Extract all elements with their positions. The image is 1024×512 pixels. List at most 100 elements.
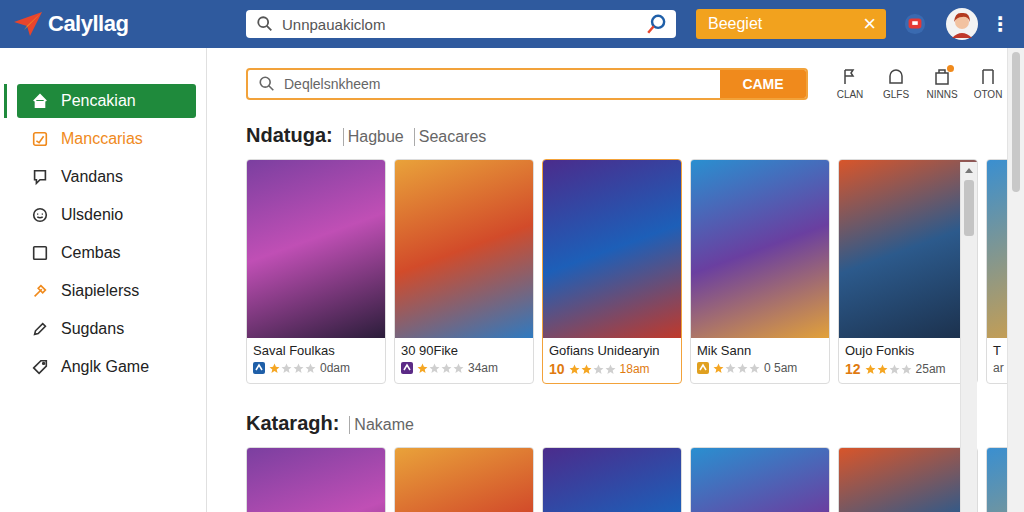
sidebar-item-label: Siapielerss: [61, 282, 139, 300]
game-search-placeholder: Deqlelsnkheem: [284, 76, 381, 92]
register-button-label: Beegiet: [708, 15, 762, 33]
notification-dot: [947, 65, 954, 72]
section-header: Kataragh: Nakame: [246, 412, 1007, 435]
game-time: 0dam: [320, 361, 350, 375]
card-row: Saval Foulkas 0dam 30 90Fike 34am Gofian…: [246, 159, 1007, 384]
game-section: Ndatuga: Hagbue Seacares Saval Foulkas 0d…: [246, 124, 1007, 384]
tool-button[interactable]: OTON: [968, 67, 1007, 100]
sidebar-item-label: Ulsdenio: [61, 206, 123, 224]
game-card[interactable]: [838, 447, 978, 512]
game-info: Oujo Fonkis 12 25am: [839, 338, 977, 383]
game-search: Deqlelsnkheem CAME: [246, 68, 808, 100]
game-card[interactable]: Oujo Fonkis 12 25am: [838, 159, 978, 384]
star-rating: [865, 364, 912, 375]
sidebar-item-label: Manccarias: [61, 130, 143, 148]
scrollbar-thumb[interactable]: [964, 180, 974, 236]
game-card[interactable]: 30 90Fike 34am: [394, 159, 534, 384]
game-card[interactable]: [246, 447, 386, 512]
game-title: Mik Sann: [697, 343, 823, 358]
game-title: Gofians Unidearyin: [549, 343, 675, 358]
scroll-up-arrow-icon[interactable]: [965, 168, 973, 173]
sidebar-item[interactable]: Pencakian: [17, 84, 196, 118]
top-search-placeholder: Unnpauakiclom: [282, 16, 638, 33]
sidebar: Pencakian Manccarias Vandans Ulsdenio Ce…: [0, 48, 207, 512]
game-card[interactable]: T ar: [986, 159, 1007, 384]
game-card[interactable]: [690, 447, 830, 512]
search-icon: [258, 75, 276, 93]
star-rating: [269, 363, 316, 374]
section-title: Kataragh:: [246, 412, 339, 435]
game-rating: 34am: [401, 361, 527, 375]
section-tab[interactable]: Seacares: [414, 128, 487, 146]
tool-button[interactable]: GLFS: [876, 67, 916, 100]
main-content: Deqlelsnkheem CAME CLAN GLFS NINNS OTON …: [207, 48, 1007, 512]
sidebar-item[interactable]: Vandans: [17, 160, 196, 194]
page-scrollbar[interactable]: [1007, 48, 1024, 512]
game-search-field[interactable]: Deqlelsnkheem: [248, 70, 720, 98]
game-card[interactable]: Mik Sann 0 5am: [690, 159, 830, 384]
game-rating: 0dam: [253, 361, 379, 375]
star-icon: [593, 364, 604, 375]
toolbar: CLAN GLFS NINNS OTON: [830, 67, 1007, 100]
game-rating: ar: [993, 361, 1007, 375]
star-icon: [737, 363, 748, 374]
game-cover: [543, 160, 681, 338]
game-cover: [247, 160, 385, 338]
tool-button[interactable]: NINNS: [922, 67, 962, 100]
game-card[interactable]: [394, 447, 534, 512]
tool-button[interactable]: CLAN: [830, 67, 870, 100]
close-button[interactable]: ×: [863, 13, 876, 35]
star-icon: [713, 363, 724, 374]
top-search-field[interactable]: Unnpauakiclom: [246, 10, 676, 38]
tool-icon: [840, 67, 860, 87]
section-header: Ndatuga: Hagbue Seacares: [246, 124, 1007, 147]
content-scrollbar[interactable]: [960, 162, 977, 512]
sidebar-item-label: Anglk Game: [61, 358, 149, 376]
game-card[interactable]: Saval Foulkas 0dam: [246, 159, 386, 384]
star-icon: [605, 364, 616, 375]
game-section: Kataragh: Nakame: [246, 412, 1007, 512]
platform-icon: [401, 362, 413, 374]
sidebar-item-icon: [31, 168, 49, 186]
sidebar-item[interactable]: Ulsdenio: [17, 198, 196, 232]
notification-icon[interactable]: [904, 13, 926, 35]
screen: Calyllag Unnpauakiclom Beegiet × ⋮ Penca…: [0, 0, 1024, 512]
game-info: Gofians Unidearyin 10 18am: [543, 338, 681, 383]
game-card[interactable]: [986, 447, 1007, 512]
game-cover: [987, 160, 1007, 338]
game-rating: 0 5am: [697, 361, 823, 375]
sidebar-item[interactable]: Manccarias: [17, 122, 196, 156]
star-icon: [441, 363, 452, 374]
search-go-icon[interactable]: [646, 13, 668, 35]
game-title: Saval Foulkas: [253, 343, 379, 358]
star-icon: [725, 363, 736, 374]
sidebar-item-icon: [31, 282, 49, 300]
star-icon: [877, 364, 888, 375]
sidebar-item[interactable]: Sugdans: [17, 312, 196, 346]
tool-icon: [978, 67, 998, 87]
page-scrollbar-thumb[interactable]: [1012, 52, 1020, 192]
section-title: Ndatuga:: [246, 124, 333, 147]
star-icon: [581, 364, 592, 375]
section-tab[interactable]: Hagbue: [343, 128, 404, 146]
sidebar-item-icon: [31, 206, 49, 224]
game-rating: 12 25am: [845, 361, 971, 377]
game-card[interactable]: [542, 447, 682, 512]
sidebar-item[interactable]: Siapielerss: [17, 274, 196, 308]
rating-number: 10: [549, 361, 565, 377]
register-button[interactable]: Beegiet ×: [696, 9, 886, 39]
logo[interactable]: Calyllag: [12, 8, 246, 40]
more-menu-button[interactable]: ⋮: [990, 14, 1010, 34]
search-icon: [256, 15, 274, 33]
sidebar-item[interactable]: Cembas: [17, 236, 196, 270]
game-time: 18am: [620, 362, 650, 376]
avatar-icon[interactable]: [946, 8, 978, 40]
game-search-button[interactable]: CAME: [720, 70, 806, 98]
star-rating: [569, 364, 616, 375]
section-tab[interactable]: Nakame: [349, 416, 414, 434]
platform-icon: [697, 362, 709, 374]
game-title: T: [993, 343, 1007, 358]
game-card[interactable]: Gofians Unidearyin 10 18am: [542, 159, 682, 384]
sidebar-item-icon: [31, 320, 49, 338]
sidebar-item[interactable]: Anglk Game: [17, 350, 196, 384]
